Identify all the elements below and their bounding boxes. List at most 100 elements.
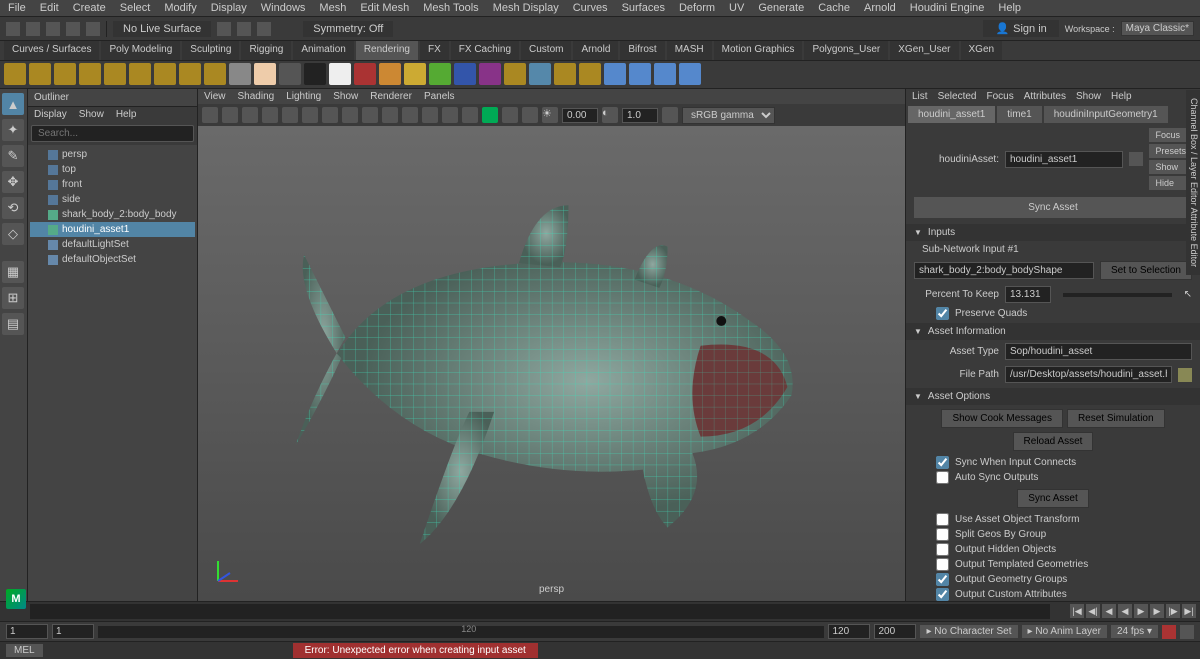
vp-resolution-gate-icon[interactable]	[302, 107, 318, 123]
menu-generate[interactable]: Generate	[758, 2, 804, 14]
option-checkbox[interactable]	[936, 456, 949, 469]
vp-gamma-icon[interactable]: ◐	[602, 107, 618, 123]
option-checkbox[interactable]	[936, 471, 949, 484]
undo-icon[interactable]	[66, 22, 80, 36]
viewport-menu-renderer[interactable]: Renderer	[370, 91, 412, 102]
option-checkbox[interactable]	[936, 543, 949, 556]
shelf-icon-23[interactable]	[579, 63, 601, 85]
folder-icon[interactable]	[1178, 368, 1192, 382]
shelf-icon-15[interactable]	[379, 63, 401, 85]
view-single-icon[interactable]: ▦	[2, 261, 24, 283]
live-surface-label[interactable]: No Live Surface	[113, 21, 211, 37]
vp-motion-blur-icon[interactable]	[502, 107, 518, 123]
shelf-icon-7[interactable]	[179, 63, 201, 85]
shelf-tab-rigging[interactable]: Rigging	[241, 41, 291, 60]
ae-tab[interactable]: houdini_asset1	[908, 106, 995, 123]
vp-bookmark-icon[interactable]	[222, 107, 238, 123]
symmetry-label[interactable]: Symmetry: Off	[303, 21, 393, 37]
shelf-tab-mash[interactable]: MASH	[667, 41, 712, 60]
reload-asset-button[interactable]: Reload Asset	[1013, 432, 1094, 451]
menu-mesh-tools[interactable]: Mesh Tools	[423, 2, 478, 14]
snap-grid-icon[interactable]	[217, 22, 231, 36]
shelf-tab-xgen[interactable]: XGen	[961, 41, 1003, 60]
file-open-icon[interactable]	[26, 22, 40, 36]
workspace-dropdown[interactable]: Maya Classic*	[1121, 21, 1194, 36]
mel-label[interactable]: MEL	[6, 644, 43, 657]
auto-key-button[interactable]	[1162, 625, 1176, 639]
ae-menu-focus[interactable]: Focus	[986, 91, 1013, 102]
ae-menu-help[interactable]: Help	[1111, 91, 1132, 102]
shelf-tab-bifrost[interactable]: Bifrost	[620, 41, 664, 60]
viewport-menu-view[interactable]: View	[204, 91, 226, 102]
prefs-icon[interactable]	[1180, 625, 1194, 639]
sign-in-button[interactable]: 👤Sign in	[983, 20, 1058, 37]
option-checkbox[interactable]	[936, 528, 949, 541]
vp-exposure-icon[interactable]: ☀	[542, 107, 558, 123]
select-tool[interactable]: ▲	[2, 93, 24, 115]
step-back-button[interactable]: ◀	[1102, 604, 1116, 618]
side-tab-attribute-editor[interactable]: Channel Box / Layer Editor Attribute Edi…	[1186, 90, 1200, 275]
shelf-icon-11[interactable]	[279, 63, 301, 85]
ae-menu-selected[interactable]: Selected	[938, 91, 977, 102]
vp-exposure-input[interactable]	[562, 108, 598, 123]
scale-tool[interactable]: ◇	[2, 223, 24, 245]
menu-houdini-engine[interactable]: Houdini Engine	[910, 2, 985, 14]
viewport-menu-show[interactable]: Show	[333, 91, 358, 102]
menu-modify[interactable]: Modify	[164, 2, 196, 14]
menu-surfaces[interactable]: Surfaces	[622, 2, 665, 14]
shelf-tab-rendering[interactable]: Rendering	[356, 41, 418, 60]
anim-layer-dropdown[interactable]: ▸ No Anim Layer	[1022, 625, 1107, 638]
play-forward-button[interactable]: ▶	[1134, 604, 1148, 618]
menu-mesh[interactable]: Mesh	[319, 2, 346, 14]
shelf-icon-24[interactable]	[604, 63, 626, 85]
paint-select-tool[interactable]: ✎	[2, 145, 24, 167]
percent-slider[interactable]	[1063, 293, 1172, 297]
sync-asset-button-2[interactable]: Sync Asset	[1017, 489, 1088, 508]
outliner-menu-help[interactable]: Help	[116, 109, 137, 120]
option-checkbox[interactable]	[936, 513, 949, 526]
menu-windows[interactable]: Windows	[261, 2, 306, 14]
shelf-tab-animation[interactable]: Animation	[293, 41, 353, 60]
vp-gate-mask-icon[interactable]	[322, 107, 338, 123]
percent-to-keep-input[interactable]	[1005, 286, 1051, 303]
show-cook-messages-button[interactable]: Show Cook Messages	[941, 409, 1063, 428]
asset-info-section-header[interactable]: Asset Information	[906, 323, 1200, 340]
outliner-item[interactable]: front	[30, 177, 195, 192]
shelf-tab-custom[interactable]: Custom	[521, 41, 571, 60]
shelf-icon-18[interactable]	[454, 63, 476, 85]
menu-edit[interactable]: Edit	[40, 2, 59, 14]
shelf-icon-3[interactable]	[79, 63, 101, 85]
view-outliner-icon[interactable]: ▤	[2, 313, 24, 335]
vp-smooth-shade-icon[interactable]	[362, 107, 378, 123]
playback-start-input[interactable]	[52, 624, 94, 639]
view-four-icon[interactable]: ⊞	[2, 287, 24, 309]
option-checkbox[interactable]	[936, 573, 949, 586]
outliner-item[interactable]: shark_body_2:body_body	[30, 207, 195, 222]
shelf-icon-10[interactable]	[254, 63, 276, 85]
file-save-icon[interactable]	[46, 22, 60, 36]
range-start-input[interactable]	[6, 624, 48, 639]
snap-curve-icon[interactable]	[237, 22, 251, 36]
shelf-icon-2[interactable]	[54, 63, 76, 85]
file-path-field[interactable]	[1005, 366, 1172, 383]
shelf-icon-0[interactable]	[4, 63, 26, 85]
input-mesh-field[interactable]	[914, 262, 1094, 279]
vp-shadows-icon[interactable]	[422, 107, 438, 123]
vp-xray-icon[interactable]	[462, 107, 478, 123]
ae-tab[interactable]: time1	[997, 106, 1041, 123]
move-tool[interactable]: ✥	[2, 171, 24, 193]
shelf-tab-motion-graphics[interactable]: Motion Graphics	[714, 41, 803, 60]
shelf-tab-poly-modeling[interactable]: Poly Modeling	[101, 41, 180, 60]
vp-color-management-dropdown[interactable]: sRGB gamma	[682, 107, 775, 124]
ae-menu-list[interactable]: List	[912, 91, 928, 102]
inputs-section-header[interactable]: Inputs	[906, 224, 1200, 241]
shelf-tab-polygons-user[interactable]: Polygons_User	[804, 41, 888, 60]
outliner-search-input[interactable]	[31, 125, 194, 142]
menu-curves[interactable]: Curves	[573, 2, 608, 14]
vp-colormgmt-icon[interactable]	[662, 107, 678, 123]
shelf-icon-13[interactable]	[329, 63, 351, 85]
viewport-menu-lighting[interactable]: Lighting	[286, 91, 321, 102]
character-set-dropdown[interactable]: ▸ No Character Set	[920, 625, 1017, 638]
shelf-icon-26[interactable]	[654, 63, 676, 85]
outliner-menu-show[interactable]: Show	[79, 109, 104, 120]
